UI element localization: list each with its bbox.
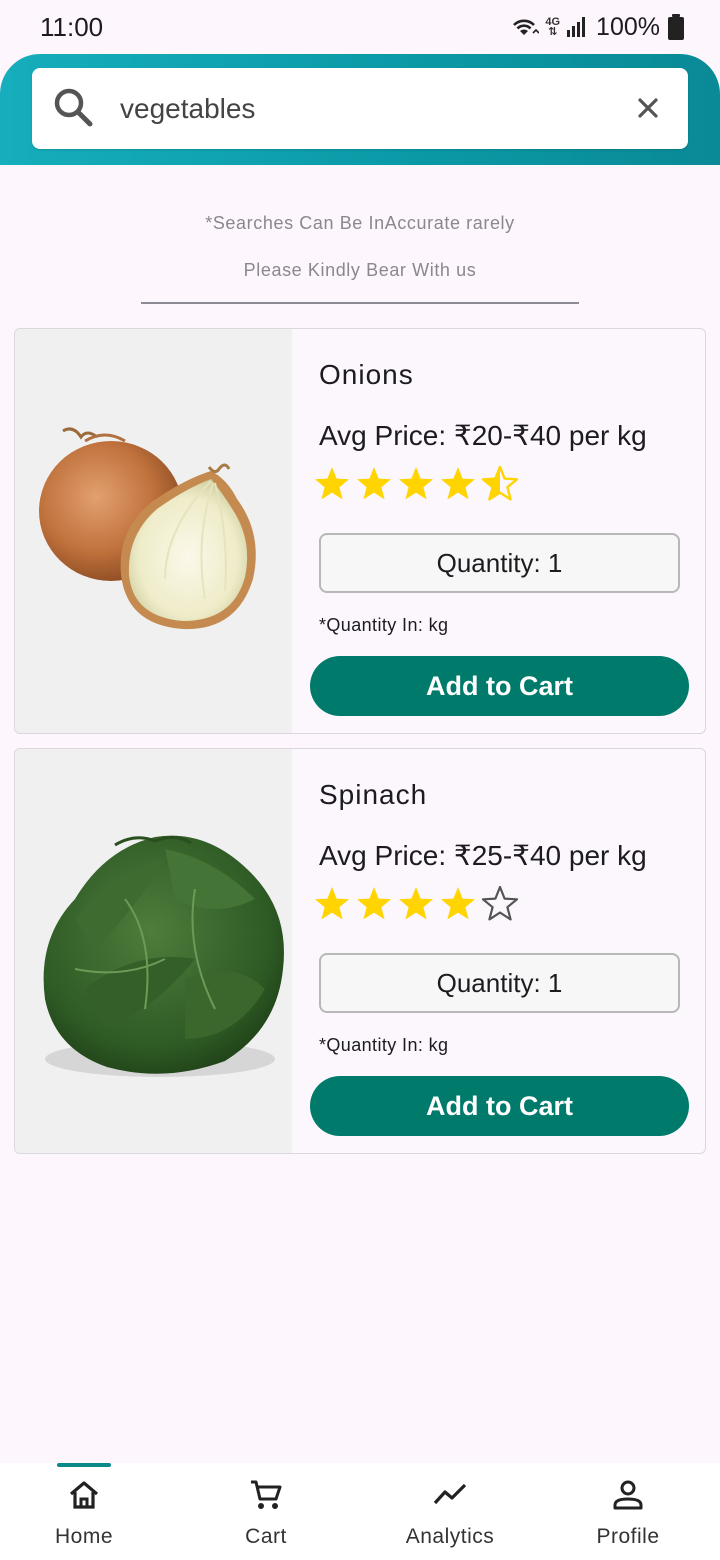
product-price: Avg Price: ₹25-₹40 per kg	[319, 840, 647, 871]
product-price: Avg Price: ₹20-₹40 per kg	[319, 420, 647, 451]
rating-stars	[313, 465, 519, 503]
search-icon[interactable]	[52, 86, 96, 130]
star-filled-icon	[315, 887, 349, 920]
star-filled-icon	[441, 467, 475, 500]
star-filled-icon	[399, 467, 433, 500]
notice-line-1: *Searches Can Be InAccurate rarely	[205, 213, 515, 233]
product-card: Spinach Avg Price: ₹25-₹40 per kg Quanti…	[14, 748, 706, 1154]
home-icon[interactable]	[66, 1477, 102, 1513]
star-filled-icon	[315, 467, 349, 500]
product-name: Spinach	[319, 779, 428, 810]
nav-label-cart: Cart	[245, 1525, 287, 1548]
search-header	[0, 54, 720, 165]
signal-icon	[567, 17, 586, 37]
onion-image	[15, 329, 292, 733]
profile-icon[interactable]	[610, 1477, 646, 1513]
quantity-field[interactable]: Quantity: 1	[319, 533, 680, 593]
star-empty-icon	[481, 885, 519, 921]
rating-stars	[313, 885, 519, 923]
wifi-icon	[513, 19, 540, 35]
quantity-field[interactable]: Quantity: 1	[319, 953, 680, 1013]
status-time: 11:00	[40, 11, 104, 42]
star-half-icon	[481, 465, 519, 501]
cart-icon[interactable]	[248, 1477, 284, 1513]
battery-icon	[668, 14, 684, 40]
search-bar[interactable]	[32, 68, 688, 149]
quantity-note: *Quantity In: kg	[319, 615, 449, 635]
divider	[141, 302, 579, 304]
status-indicators: 4G ⇅ 100%	[509, 13, 684, 42]
battery-percent: 100%	[596, 12, 660, 41]
analytics-icon[interactable]	[432, 1477, 468, 1513]
star-filled-icon	[357, 467, 391, 500]
nav-item-analytics[interactable]: Analytics	[364, 1463, 536, 1560]
nav-label-profile: Profile	[596, 1525, 660, 1548]
star-filled-icon	[357, 887, 391, 920]
active-indicator	[57, 1463, 111, 1467]
status-bar: 11:00 4G ⇅ 100%	[0, 0, 720, 54]
search-notice: *Searches Can Be InAccurate rarely Pleas…	[0, 205, 720, 299]
spinach-image	[15, 749, 292, 1153]
network-type: 4G ⇅	[545, 16, 561, 38]
quantity-note: *Quantity In: kg	[319, 1035, 449, 1055]
product-name: Onions	[319, 359, 414, 390]
bottom-navigation: Home Cart Analytics Profile	[0, 1463, 720, 1560]
nav-label-analytics: Analytics	[405, 1525, 495, 1548]
nav-item-profile[interactable]: Profile	[536, 1463, 720, 1560]
product-card: Onions Avg Price: ₹20-₹40 per kg Quantit…	[14, 328, 706, 734]
nav-label-home: Home	[54, 1525, 114, 1548]
nav-item-home[interactable]: Home	[0, 1463, 168, 1560]
search-input[interactable]	[120, 68, 600, 149]
notice-line-2: Please Kindly Bear With us	[243, 260, 477, 280]
star-filled-icon	[399, 887, 433, 920]
star-filled-icon	[441, 887, 475, 920]
close-icon[interactable]	[636, 96, 660, 120]
add-to-cart-button[interactable]: Add to Cart	[310, 656, 689, 716]
nav-item-cart[interactable]: Cart	[168, 1463, 364, 1560]
add-to-cart-button[interactable]: Add to Cart	[310, 1076, 689, 1136]
